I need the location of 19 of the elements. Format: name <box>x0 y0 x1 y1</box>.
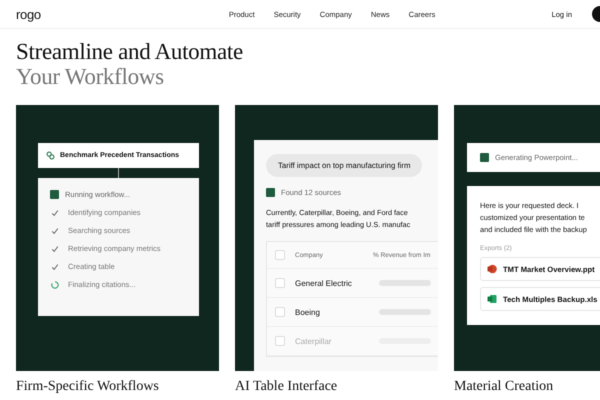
table-cell-text: Boeing <box>295 308 321 316</box>
app-logo-icon <box>480 153 489 162</box>
checkbox[interactable] <box>275 336 285 346</box>
table-cell-text: Caterpillar <box>295 336 332 346</box>
checkbox[interactable] <box>275 307 285 317</box>
card-caption: Firm-Specific Workflows <box>16 379 159 395</box>
app-logo-icon <box>266 188 275 197</box>
checkbox[interactable] <box>275 278 285 288</box>
app-logo-icon <box>50 190 59 199</box>
card-caption: AI Table Interface <box>235 379 338 395</box>
spreadsheet-file-icon <box>487 294 497 304</box>
checkbox[interactable] <box>275 250 285 260</box>
card-caption: Material Creation <box>454 379 554 395</box>
headline-subtitle: Your Workflows <box>16 64 164 89</box>
table-cell-text: General Electric <box>295 278 353 288</box>
logo[interactable]: rogo <box>16 6 41 22</box>
headline: Streamline and Automate <box>16 39 243 64</box>
link-icon <box>46 151 55 160</box>
presentation-file-icon <box>487 264 497 274</box>
